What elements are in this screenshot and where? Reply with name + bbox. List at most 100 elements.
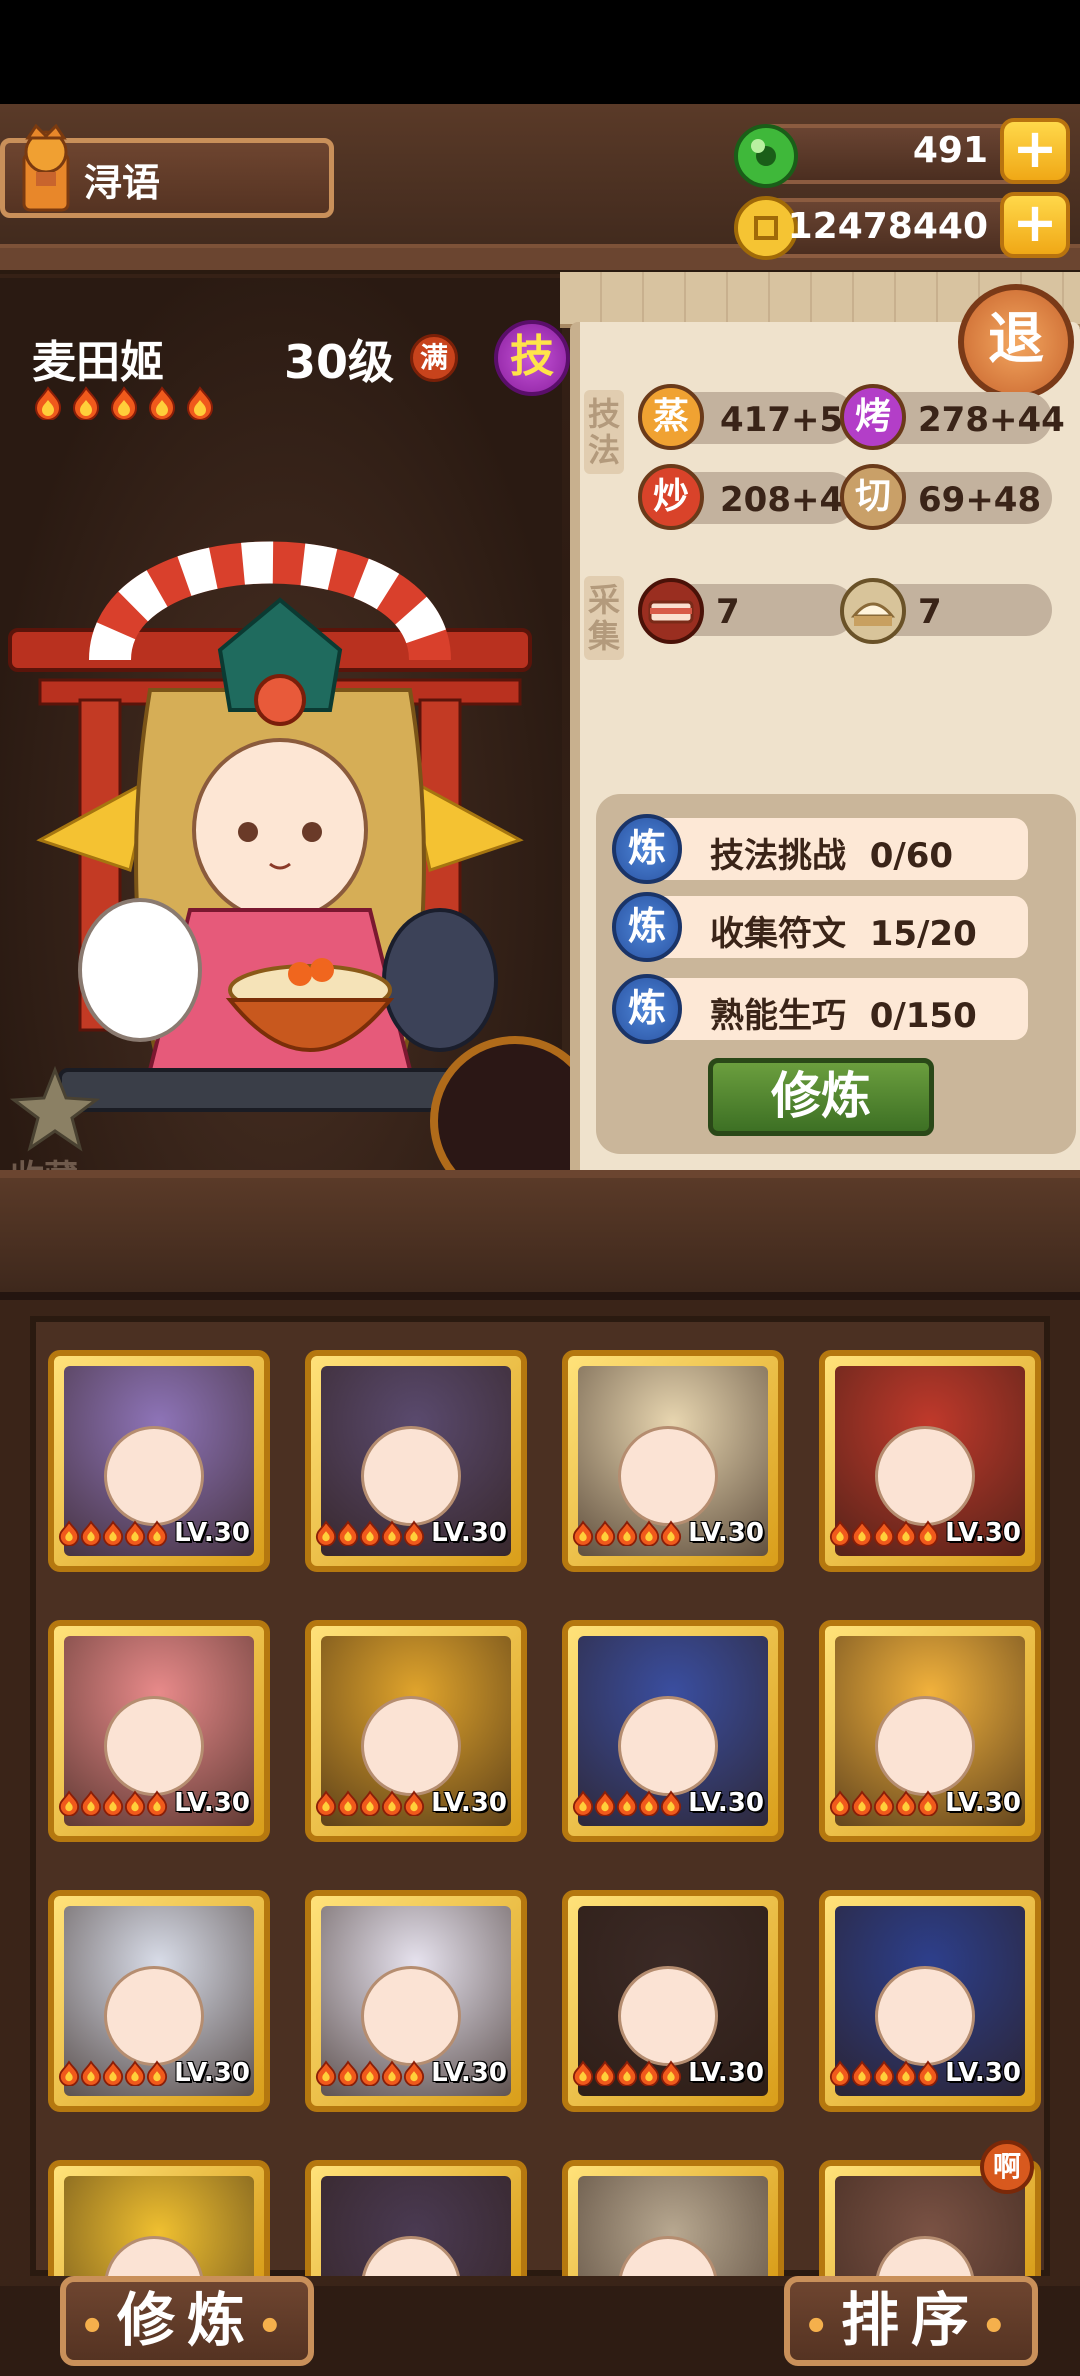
- character-card[interactable]: LV.30: [562, 1890, 784, 2112]
- flame-icon: [895, 2060, 917, 2092]
- character-card[interactable]: LV.30: [305, 1620, 527, 1842]
- flame-icon: [403, 2060, 425, 2092]
- character-card[interactable]: [305, 2160, 527, 2276]
- flame-icon: [851, 2060, 873, 2092]
- sort-label: 排序: [840, 2286, 981, 2354]
- character-face: [361, 1426, 461, 1526]
- character-face: [875, 1696, 975, 1796]
- flame-icon: [80, 1520, 102, 1552]
- train-button[interactable]: 修炼: [708, 1058, 934, 1136]
- flame-icon: [337, 1520, 359, 1552]
- flame-icon: [34, 386, 62, 420]
- flame-icon: [146, 2060, 168, 2092]
- flame-icon: [851, 1790, 873, 1822]
- roast-value: 278+44: [918, 400, 1065, 440]
- flame-icon: [403, 1790, 425, 1822]
- refine-icon: 炼: [612, 814, 682, 884]
- player-avatar-icon[interactable]: [6, 124, 86, 220]
- character-card[interactable]: LV.30: [48, 1890, 270, 2112]
- coin-count: 12478440: [787, 206, 988, 247]
- character-card[interactable]: LV.30: [562, 1350, 784, 1572]
- favorite-star-icon[interactable]: [10, 1064, 100, 1154]
- flame-icon: [895, 1790, 917, 1822]
- flame-icon: [148, 386, 176, 420]
- character-card[interactable]: LV.30: [819, 1890, 1041, 2112]
- character-card[interactable]: LV.30: [819, 1620, 1041, 1842]
- flame-icon: [381, 1790, 403, 1822]
- flame-icon: [124, 1790, 146, 1822]
- flame-icon: [829, 1520, 851, 1552]
- card-level: LV.30: [688, 2058, 764, 2088]
- flame-icon: [58, 1520, 80, 1552]
- flame-icon: [110, 386, 138, 420]
- flame-icon: [381, 1520, 403, 1552]
- flame-icon: [337, 2060, 359, 2092]
- card-level: LV.30: [174, 1518, 250, 1548]
- card-level: LV.30: [945, 1788, 1021, 1818]
- flame-icon: [359, 2060, 381, 2092]
- character-flames: [32, 386, 216, 420]
- card-level: LV.30: [688, 1518, 764, 1548]
- flame-icon: [186, 386, 214, 420]
- task-technique-challenge: 技法挑战 0/60: [710, 836, 954, 876]
- character-level: 30级: [284, 335, 395, 389]
- cut-value: 69+48: [918, 480, 1042, 520]
- flame-icon: [917, 1790, 939, 1822]
- flame-icon: [572, 2060, 594, 2092]
- character-card[interactable]: LV.30: [48, 1620, 270, 1842]
- sort-button[interactable]: •排序•: [784, 2276, 1038, 2366]
- character-card[interactable]: [48, 2160, 270, 2276]
- flame-icon: [80, 2060, 102, 2092]
- card-level: LV.30: [945, 2058, 1021, 2088]
- train-nav-button[interactable]: •修炼•: [60, 2276, 314, 2366]
- flame-icon: [616, 1790, 638, 1822]
- flame-icon: [572, 1520, 594, 1552]
- meat-icon: [638, 578, 704, 644]
- flame-icon: [873, 2060, 895, 2092]
- character-face: [618, 1696, 718, 1796]
- card-level: LV.30: [431, 2058, 507, 2088]
- flame-icon: [660, 2060, 682, 2092]
- flame-icon: [572, 1790, 594, 1822]
- refine-icon: 炼: [612, 974, 682, 1044]
- character-face: [104, 1426, 204, 1526]
- character-card[interactable]: LV.30: [48, 1350, 270, 1572]
- technique-label: 技法: [584, 390, 624, 474]
- flame-icon: [873, 1790, 895, 1822]
- cut-icon: 切: [840, 464, 906, 530]
- add-gems-button[interactable]: +: [1000, 118, 1070, 184]
- character-face: [104, 1966, 204, 2066]
- card-level: LV.30: [174, 1788, 250, 1818]
- add-coins-button[interactable]: +: [1000, 192, 1070, 258]
- character-card[interactable]: [562, 2160, 784, 2276]
- character-name: 麦田姬: [32, 337, 164, 388]
- flame-icon: [315, 2060, 337, 2092]
- status-bar: [0, 0, 1080, 104]
- flame-icon: [124, 2060, 146, 2092]
- flame-icon: [359, 1790, 381, 1822]
- character-face: [875, 1426, 975, 1526]
- flame-icon: [403, 1520, 425, 1552]
- character-card[interactable]: LV.30: [305, 1890, 527, 2112]
- flame-icon: [638, 2060, 660, 2092]
- flame-icon: [315, 1520, 337, 1552]
- card-flames: [829, 2060, 949, 2092]
- character-card[interactable]: LV.30: [819, 1350, 1041, 1572]
- card-level: LV.30: [174, 2058, 250, 2088]
- flame-icon: [917, 2060, 939, 2092]
- skill-button[interactable]: 技: [494, 320, 570, 396]
- steam-icon: 蒸: [638, 384, 704, 450]
- notice-badge: 啊: [980, 2140, 1034, 2194]
- flame-icon: [58, 2060, 80, 2092]
- roast-icon: 烤: [840, 384, 906, 450]
- exit-button[interactable]: 退: [958, 284, 1074, 400]
- character-card[interactable]: LV.30: [562, 1620, 784, 1842]
- character-face: [361, 1966, 461, 2066]
- flame-icon: [829, 1790, 851, 1822]
- character-card[interactable]: LV.30: [305, 1350, 527, 1572]
- character-face: [618, 1966, 718, 2066]
- card-level: LV.30: [431, 1788, 507, 1818]
- character-face: [361, 1696, 461, 1796]
- refine-icon: 炼: [612, 892, 682, 962]
- player-name: 浔语: [84, 161, 161, 205]
